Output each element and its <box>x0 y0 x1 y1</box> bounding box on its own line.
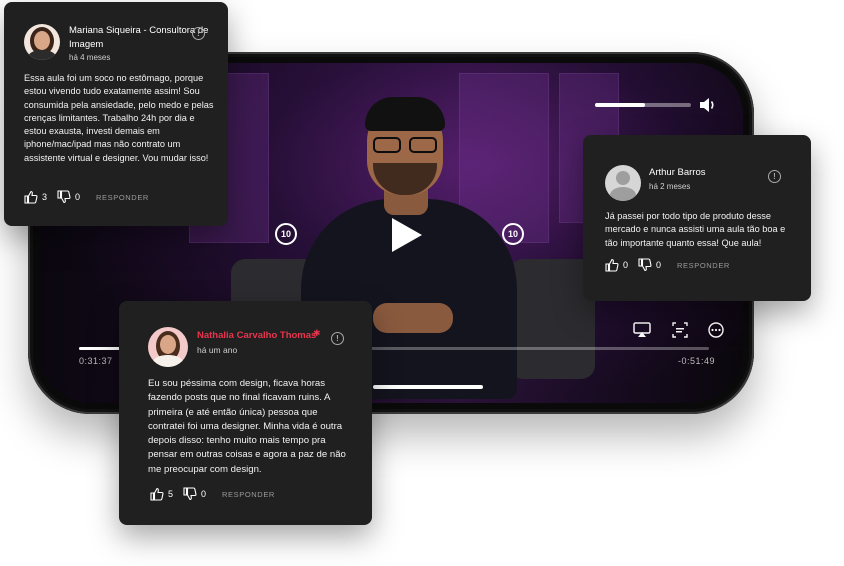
comment-text: Essa aula foi um soco no estômago, porqu… <box>24 73 214 163</box>
thumbs-up-icon[interactable] <box>605 258 619 272</box>
report-icon[interactable]: ! <box>331 332 344 345</box>
comment-card: Nathalia Carvalho Thomas ✱ ! há um ano E… <box>119 301 372 525</box>
reply-button[interactable]: RESPONDER <box>222 490 275 499</box>
comment-actions: 3 0 RESPONDER <box>24 190 149 204</box>
report-icon[interactable]: ! <box>192 27 205 40</box>
reply-button[interactable]: RESPONDER <box>96 193 149 202</box>
report-icon[interactable]: ! <box>768 170 781 183</box>
comment-card: Mariana Siqueira - Consultora de Imagem … <box>4 2 228 226</box>
thumbs-down-icon[interactable] <box>183 487 197 501</box>
comment-time: há um ano <box>197 345 238 355</box>
skip-back-button[interactable]: 10 <box>275 223 297 245</box>
elapsed-time: 0:31:37 <box>79 356 113 366</box>
comment-text: Já passei por todo tipo de produto desse… <box>605 211 786 248</box>
avatar <box>605 165 641 201</box>
presenter-glasses <box>371 137 439 153</box>
more-options-icon[interactable] <box>707 322 725 338</box>
dislike-count: 0 <box>656 260 662 270</box>
like-count: 3 <box>42 192 48 202</box>
volume-fill <box>595 103 645 107</box>
thumbs-down-icon[interactable] <box>638 258 652 272</box>
dislike-count: 0 <box>201 489 207 499</box>
skip-forward-button[interactable]: 10 <box>502 223 524 245</box>
progress-fill <box>79 347 124 350</box>
comment-time: há 2 meses <box>649 182 691 191</box>
volume-icon[interactable] <box>699 97 717 113</box>
comment-text: Eu sou péssima com design, ficava horas … <box>148 378 346 475</box>
comment-card: Arthur Barros ! há 2 meses Já passei por… <box>583 135 811 301</box>
home-indicator <box>373 385 483 389</box>
play-button[interactable] <box>392 218 422 252</box>
reply-button[interactable]: RESPONDER <box>677 261 730 270</box>
presenter-hair <box>365 97 445 131</box>
thumbs-up-icon[interactable] <box>150 487 164 501</box>
thumbs-up-icon[interactable] <box>24 190 38 204</box>
remaining-time: -0:51:49 <box>677 356 715 366</box>
avatar <box>148 327 188 367</box>
comment-author[interactable]: Nathalia Carvalho Thomas <box>197 329 316 343</box>
verified-icon: ✱ <box>313 328 321 338</box>
dislike-count: 0 <box>75 192 81 202</box>
airplay-icon[interactable] <box>633 322 651 338</box>
comment-author[interactable]: Mariana Siqueira - Consultora de Imagem <box>69 24 209 52</box>
thumbs-down-icon[interactable] <box>57 190 71 204</box>
comment-actions: 0 0 RESPONDER <box>605 258 730 272</box>
like-count: 5 <box>168 489 174 499</box>
comment-time: há 4 meses <box>69 53 111 62</box>
captions-icon[interactable] <box>671 322 689 338</box>
comment-actions: 5 0 RESPONDER <box>150 487 275 501</box>
avatar <box>24 24 60 60</box>
presenter-hands <box>373 303 453 333</box>
volume-slider[interactable] <box>595 103 691 107</box>
comment-author[interactable]: Arthur Barros <box>649 166 706 180</box>
like-count: 0 <box>623 260 629 270</box>
